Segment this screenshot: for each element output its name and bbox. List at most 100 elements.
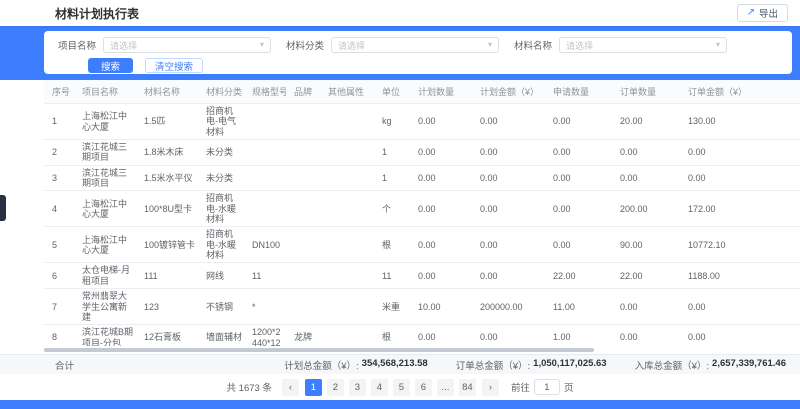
column-header: 材料分类 [198, 80, 244, 104]
prev-page-button[interactable]: ‹ [282, 379, 299, 396]
table-cell [320, 263, 374, 289]
filter-select[interactable]: 请选择▾ [559, 37, 727, 53]
table-row[interactable]: 3滨江花城三期项目1.5米水平仪未分类10.000.000.000.000.00 [44, 165, 800, 191]
table-row[interactable]: 7常州翡翠大学生公寓新建123不锈钢*米重10.00200000.0011.00… [44, 289, 800, 325]
table-cell [320, 191, 374, 227]
table-cell [320, 325, 374, 346]
table-row[interactable]: 5上海松江中心大厦100镀锌管卡招商机电-水暖材料DN100根0.000.000… [44, 227, 800, 263]
column-header: 规格型号 [244, 80, 286, 104]
column-header: 序号 [44, 80, 74, 104]
table-cell: 1 [44, 104, 74, 140]
filter-band: 项目名称请选择▾材料分类请选择▾材料名称请选择▾ 搜索 清空搜索 [0, 26, 800, 80]
drawer-handle[interactable] [0, 195, 6, 221]
goto-page: 前往 页 [511, 379, 574, 395]
page-button[interactable]: 5 [393, 379, 410, 396]
page-ellipsis[interactable]: ... [437, 379, 454, 396]
page-button[interactable]: 4 [371, 379, 388, 396]
column-header: 计划数量 [410, 80, 472, 104]
filter-row: 项目名称请选择▾材料分类请选择▾材料名称请选择▾ [58, 36, 778, 54]
table-cell: 11 [244, 263, 286, 289]
table-cell: 招商机电-水暖材料 [198, 227, 244, 263]
table-cell: 10772.10 [680, 227, 800, 263]
table-cell: 0.00 [612, 325, 680, 346]
table-cell: 8 [44, 325, 74, 346]
table-cell: 1200*2440*12 [244, 325, 286, 346]
table-cell: 100*8U型卡 [136, 191, 198, 227]
table-cell: 0.00 [545, 140, 612, 166]
table-cell [244, 165, 286, 191]
table-cell: 1.00 [545, 325, 612, 346]
page-button[interactable]: 84 [459, 379, 476, 396]
table-cell: 0.00 [680, 289, 800, 325]
table-cell: 10.00 [410, 289, 472, 325]
table-row[interactable]: 4上海松江中心大厦100*8U型卡招商机电-水暖材料个0.000.000.002… [44, 191, 800, 227]
table-cell: 172.00 [680, 191, 800, 227]
table-cell: kg [374, 104, 410, 140]
table-cell [320, 227, 374, 263]
table-cell: 根 [374, 227, 410, 263]
filter-select[interactable]: 请选择▾ [331, 37, 499, 53]
table-cell: 0.00 [612, 289, 680, 325]
next-page-button[interactable]: › [482, 379, 499, 396]
table-cell: 龙牌 [286, 325, 320, 346]
table-cell [286, 289, 320, 325]
table-cell: 不锈钢 [198, 289, 244, 325]
table-cell: 0.00 [410, 227, 472, 263]
table-cell: 0.00 [410, 263, 472, 289]
topbar: 材料计划执行表 ↗ 导出 [0, 0, 800, 26]
table-cell: 0.00 [545, 191, 612, 227]
clear-search-button[interactable]: 清空搜索 [145, 58, 203, 73]
table-cell: 2 [44, 140, 74, 166]
table-cell: 0.00 [545, 165, 612, 191]
table-cell: 常州翡翠大学生公寓新建 [74, 289, 136, 325]
scrollbar-thumb[interactable] [44, 348, 594, 352]
filter-select[interactable]: 请选择▾ [103, 37, 271, 53]
table-cell: 5 [44, 227, 74, 263]
table-row[interactable]: 8滨江花城B期项目-分包12石膏板墙面辅材1200*2440*12龙牌根0.00… [44, 325, 800, 346]
table-cell: 招商机电-水暖材料 [198, 191, 244, 227]
table-cell: 0.00 [410, 140, 472, 166]
filter-placeholder: 请选择 [110, 39, 137, 52]
table-row[interactable]: 1上海松江中心大厦1.5匹招商机电-电气材料kg0.000.000.0020.0… [44, 104, 800, 140]
table-cell: 1 [374, 140, 410, 166]
table-row[interactable]: 6太仓电梯-月租项目111网线11110.000.0022.0022.00118… [44, 263, 800, 289]
goto-page-input[interactable] [534, 379, 560, 395]
table-cell: 0.00 [410, 191, 472, 227]
table-cell: DN100 [244, 227, 286, 263]
table-cell [286, 263, 320, 289]
summary-item-value: 1,050,117,025.63 [533, 358, 606, 372]
table-header-row: 序号项目名称材料名称材料分类规格型号品牌其他属性单位计划数量计划金额（¥）申请数… [44, 80, 800, 104]
table-cell: 0.00 [472, 191, 545, 227]
chevron-right-icon: › [489, 382, 492, 393]
column-header: 项目名称 [74, 80, 136, 104]
table-cell: 11.00 [545, 289, 612, 325]
table-row[interactable]: 2滨江花城三期项目1.8米木床未分类10.000.000.000.000.00 [44, 140, 800, 166]
table-cell [286, 191, 320, 227]
export-label: 导出 [759, 6, 778, 20]
filter-field: 项目名称请选择▾ [58, 37, 271, 53]
table-cell: 200.00 [612, 191, 680, 227]
table-cell [320, 165, 374, 191]
page-button[interactable]: 2 [327, 379, 344, 396]
table-cell: 上海松江中心大厦 [74, 227, 136, 263]
table-cell: 0.00 [472, 227, 545, 263]
filter-placeholder: 请选择 [566, 39, 593, 52]
table-cell: 22.00 [545, 263, 612, 289]
table-cell: 根 [374, 325, 410, 346]
table-cell: 0.00 [410, 325, 472, 346]
column-header: 单位 [374, 80, 410, 104]
search-button[interactable]: 搜索 [88, 58, 133, 73]
export-button[interactable]: ↗ 导出 [737, 4, 788, 22]
table-cell: 0.00 [472, 165, 545, 191]
export-icon: ↗ [747, 8, 755, 18]
summary-item: 订单总金额（¥）:1,050,117,025.63 [456, 358, 607, 372]
table-cell: 未分类 [198, 140, 244, 166]
table-cell: 12石膏板 [136, 325, 198, 346]
table-cell [320, 289, 374, 325]
page-button[interactable]: 3 [349, 379, 366, 396]
filter-label: 材料分类 [286, 38, 324, 52]
page-button[interactable]: 1 [305, 379, 322, 396]
page-button[interactable]: 6 [415, 379, 432, 396]
column-header: 申请数量 [545, 80, 612, 104]
table-cell [244, 140, 286, 166]
